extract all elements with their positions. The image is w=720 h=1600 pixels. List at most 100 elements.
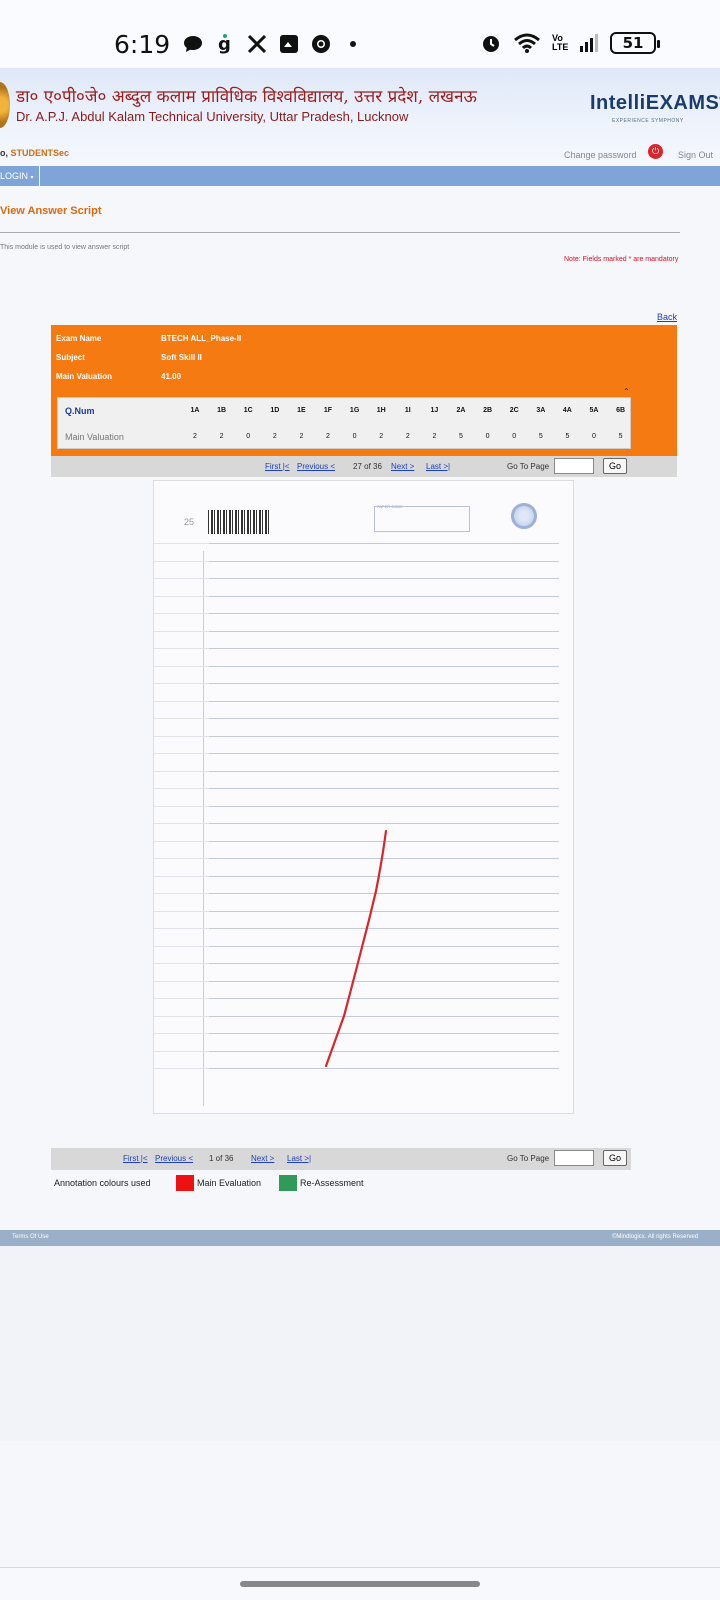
last-page-link-bottom[interactable]: Last >| (287, 1154, 311, 1163)
qnum-cell: 5A (589, 407, 599, 414)
module-description: This module is used to view answer scrip… (0, 244, 130, 251)
goto-page-input-bottom[interactable] (554, 1150, 594, 1166)
back-link[interactable]: Back (657, 312, 677, 322)
pager-top: First |< Previous < 27 of 36 Next > Last… (51, 456, 677, 477)
main-evaluation-swatch (176, 1175, 194, 1191)
chevron-down-icon: ▾ (30, 175, 34, 181)
sign-out-link[interactable]: Sign Out (678, 150, 713, 160)
qnum-cell: 2A (456, 407, 466, 414)
qnum-cell: 1D (270, 407, 280, 414)
page-title: View Answer Script (0, 205, 102, 217)
legend-label: Annotation colours used (54, 1178, 151, 1188)
qnum-cell: 1F (323, 407, 333, 414)
qnum-cell: 1E (297, 407, 306, 414)
volte-icon: Vo LTE (552, 33, 569, 52)
qnum-cell: 2C (509, 407, 519, 414)
mark-cell: 5 (538, 433, 543, 440)
qnum-cell: 6B (616, 407, 626, 414)
marks-table: Q.Num 1A 1B 1C 1D 1E 1F 1G 1H 1I 1J 2A 2B 2C 3A 4A 5A 6B… (57, 397, 631, 449)
main-valuation-value: 41.00 (161, 372, 182, 381)
main-valuation-row-label: Main Valuation (65, 432, 124, 442)
exam-name-value: BTECH ALL_Phase-II (161, 334, 242, 343)
signal-icon (580, 34, 598, 52)
mark-cell: 2 (432, 433, 437, 440)
exam-info-panel: Exam Name BTECH ALL_Phase-II Subject Sof… (51, 325, 677, 477)
nav-bar: LOGIN ▾ (0, 166, 720, 186)
mark-cell: 2 (299, 433, 304, 440)
pager-bottom: First |< Previous < 1 of 36 Next > Last … (51, 1148, 631, 1170)
brand-tagline: EXPERIENCE SYMPHONY (612, 118, 684, 124)
g-app-icon: g (218, 34, 231, 55)
qnum-header: Q.Num (65, 406, 95, 416)
mark-cell: 2 (193, 433, 197, 440)
qnum-cell: 1G (349, 407, 360, 414)
goto-page-label-bottom: Go To Page (507, 1154, 550, 1163)
university-name-english: Dr. A.P.J. Abdul Kalam Technical Univers… (16, 109, 409, 124)
main-valuation-label: Main Valuation (56, 372, 113, 381)
mark-cell: 5 (618, 433, 623, 440)
mark-cell: 2 (272, 433, 277, 440)
main-evaluation-legend: Main Evaluation (197, 1178, 262, 1188)
terms-link[interactable]: Terms Of Use (12, 1234, 49, 1240)
university-logo (0, 82, 10, 128)
change-password-link[interactable]: Change password (564, 150, 637, 160)
chrome-icon (312, 35, 330, 53)
gallery-icon (280, 35, 298, 53)
next-page-link[interactable]: Next > (391, 462, 414, 471)
screen: { "status_bar": { "time": "6:19", "left_… (0, 0, 720, 1600)
exam-name-label: Exam Name (56, 334, 102, 343)
collapse-caret-icon[interactable]: ⌃ (623, 387, 630, 396)
x-icon (247, 34, 267, 54)
qnum-cell: 2B (483, 407, 493, 414)
annotation-legend: Annotation colours used Main Evaluation … (54, 1174, 454, 1192)
intelliexams-logo: IntelliEXAMS® (590, 92, 720, 114)
dot-icon (350, 41, 356, 47)
qnum-cell: 1B (217, 407, 227, 414)
annotation-stroke (324, 829, 388, 1068)
qnum-cell: 1H (376, 407, 386, 414)
goto-page-input[interactable] (554, 458, 594, 474)
qnum-cell: 1I (404, 407, 411, 414)
chat-bubble-icon (184, 36, 202, 52)
divider (0, 232, 680, 233)
university-name-hindi: डा० ए०पी०जे० अब्दुल कलाम प्राविधिक विश्व… (16, 87, 477, 107)
system-status-icons: Vo LTE 51 (480, 32, 660, 54)
go-button-bottom[interactable]: Go (603, 1150, 627, 1166)
notification-icons: g (182, 33, 364, 55)
mark-cell: 0 (512, 433, 517, 440)
re-assessment-swatch (279, 1175, 297, 1191)
login-menu[interactable]: LOGIN ▾ (0, 166, 40, 186)
mark-cell: 0 (485, 433, 490, 440)
mark-cell: 5 (565, 433, 570, 440)
go-button[interactable]: Go (603, 458, 627, 474)
qnum-cell: 4A (562, 407, 572, 414)
re-assessment-legend: Re-Assessment (300, 1178, 364, 1188)
next-page-link-bottom[interactable]: Next > (251, 1154, 274, 1163)
goto-page-label: Go To Page (507, 462, 550, 471)
marks-header-row: Q.Num 1A 1B 1C 1D 1E 1F 1G 1H 1I 1J 2A 2B 2C 3A 4A 5A 6B (58, 398, 632, 424)
page-blank-area (0, 1246, 720, 1441)
subject-value: Soft Skill II (161, 353, 202, 362)
mark-cell: 2 (326, 433, 330, 440)
home-gesture-bar[interactable] (240, 1581, 480, 1587)
previous-page-link[interactable]: Previous < (297, 462, 335, 471)
mark-cell: 2 (405, 433, 410, 440)
copyright: ©Mindlogicx. All rights Reserved (612, 1234, 699, 1240)
qnum-cell: 1C (243, 407, 253, 414)
power-icon[interactable]: ⏻ (648, 144, 663, 159)
mark-cell: 0 (246, 433, 251, 440)
previous-page-link-bottom[interactable]: Previous < (155, 1154, 193, 1163)
qnum-cell: 3A (536, 407, 546, 414)
page-status: 27 of 36 (353, 462, 382, 471)
marks-value-row: Main Valuation 2 2 0 2 2 2 0 2 2 2 5 0 0 5 5 0 5 (58, 424, 632, 450)
alarm-icon (483, 36, 499, 52)
page-status-bottom: 1 of 36 (209, 1154, 234, 1163)
status-bar: 6:19 g Vo LTE 51 (0, 0, 720, 68)
mark-cell: 2 (219, 433, 224, 440)
battery-indicator: 51 (610, 32, 660, 54)
welcome-user: o, STUDENTSec (0, 148, 70, 158)
site-header: डा० ए०पी०जे० अब्दुल कलाम प्राविधिक विश्व… (0, 68, 720, 162)
first-page-link-bottom[interactable]: First |< (123, 1154, 148, 1163)
last-page-link[interactable]: Last >| (426, 462, 450, 471)
first-page-link[interactable]: First |< (265, 462, 290, 471)
